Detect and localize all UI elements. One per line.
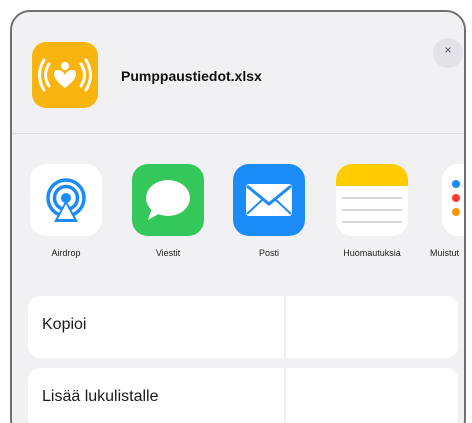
file-name: Pumppaustiedot.xlsx [121, 68, 262, 84]
messages-icon [132, 164, 204, 236]
share-app-label: Huomautuksia [343, 248, 401, 258]
divider [284, 368, 286, 423]
share-app-label: Viestit [155, 248, 181, 258]
share-sheet: Pumppaustiedot.xlsx × Airdrop Viestit Po… [10, 10, 466, 423]
share-app-label: Muistut [430, 248, 460, 258]
reminders-icon [442, 164, 464, 236]
action-copy[interactable]: Kopioi [28, 296, 458, 358]
divider [284, 296, 286, 358]
close-button[interactable]: × [433, 38, 463, 68]
share-app-label: Airdrop [51, 248, 81, 258]
share-apps-row: Airdrop Viestit Posti Huomautuksia Muist… [12, 134, 464, 296]
share-app-label: Posti [258, 248, 279, 258]
close-icon: × [444, 43, 452, 57]
mail-icon [233, 164, 305, 236]
heart-signal-icon [32, 42, 98, 108]
action-add-to-reading-list[interactable]: Lisää lukulistalle [28, 368, 458, 423]
share-sheet-header: Pumppaustiedot.xlsx × [12, 12, 464, 134]
action-label: Lisää lukulistalle [42, 388, 159, 405]
notes-icon [336, 164, 408, 236]
action-label: Kopioi [42, 316, 87, 333]
airdrop-icon [30, 164, 102, 236]
